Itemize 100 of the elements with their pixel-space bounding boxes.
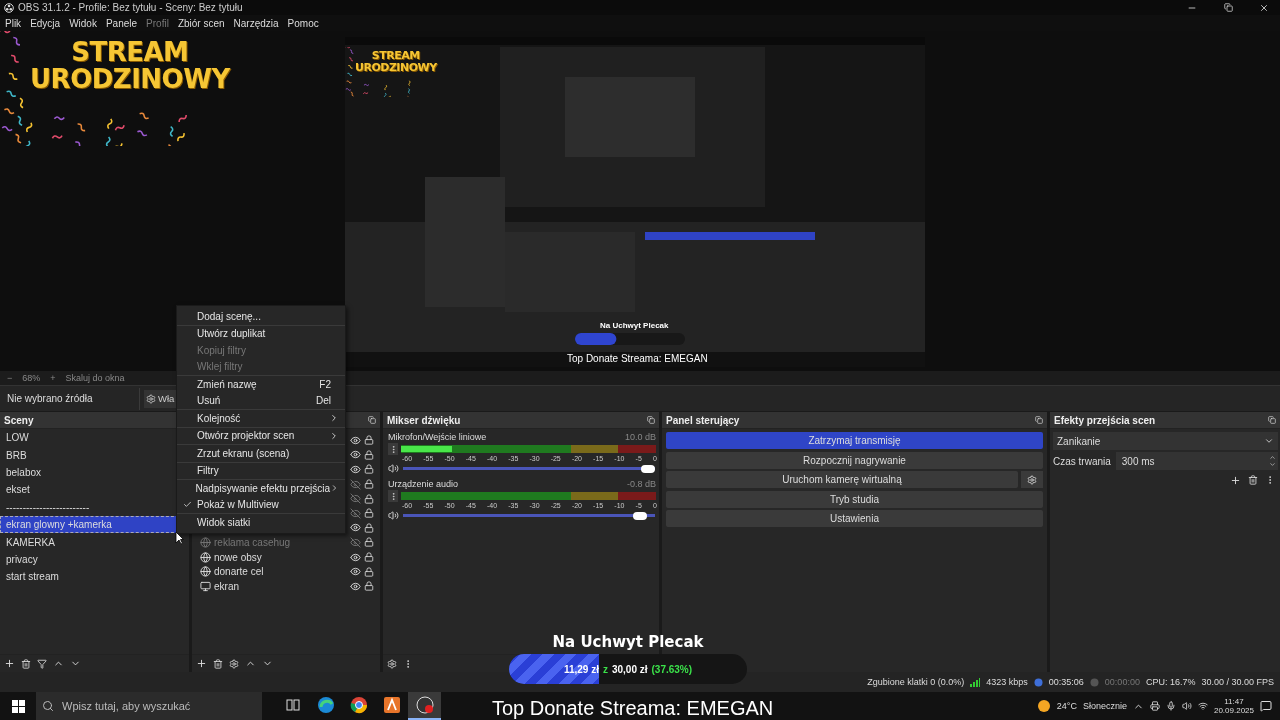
filter-icon[interactable] xyxy=(37,658,47,669)
control-button[interactable]: Uruchom kamerę wirtualną xyxy=(666,471,1018,488)
undock-icon[interactable] xyxy=(368,416,376,424)
eye-icon[interactable] xyxy=(350,464,361,475)
lock-icon[interactable] xyxy=(364,479,374,490)
source-item[interactable]: ekran xyxy=(214,580,347,592)
channel-reading: -0.8 dB xyxy=(626,479,656,489)
source-item[interactable]: nowe obsy xyxy=(214,551,347,563)
clock[interactable]: 11:47 20.09.2025 xyxy=(1213,696,1254,716)
control-button[interactable]: Rozpocznij nagrywanie xyxy=(666,451,1043,469)
settings-button[interactable] xyxy=(1021,471,1043,488)
context-menu-item[interactable]: Otwórz projektor scen xyxy=(177,427,345,444)
spin-up-icon[interactable] xyxy=(1269,454,1276,461)
restore-icon[interactable] xyxy=(1223,3,1233,12)
fit-to-window-button[interactable]: Skaluj do okna xyxy=(65,373,125,383)
source-item[interactable]: donarte cel xyxy=(214,566,347,578)
spin-down-icon[interactable] xyxy=(1269,461,1276,468)
record-time: 00:00:00 xyxy=(1104,677,1140,687)
lock-icon[interactable] xyxy=(364,537,374,548)
network-icon[interactable] xyxy=(1197,701,1208,711)
control-button[interactable]: Tryb studia xyxy=(666,490,1043,508)
menu-item[interactable]: Pomoc xyxy=(287,17,319,29)
speaker-icon[interactable] xyxy=(388,510,399,521)
settings-icon[interactable] xyxy=(387,658,397,669)
lock-icon[interactable] xyxy=(364,581,374,592)
control-button[interactable]: Zatrzymaj transmisję xyxy=(666,432,1043,449)
transition-select[interactable]: Zanikanie xyxy=(1053,432,1278,450)
add-icon[interactable] xyxy=(4,658,15,669)
goal-amount: 30,00 zł xyxy=(611,663,648,675)
speaker-icon[interactable] xyxy=(1181,701,1192,711)
monitor-icon xyxy=(200,580,211,592)
donate-text: Top Donate Streama: EMEGAN xyxy=(492,697,774,720)
eye-icon[interactable] xyxy=(350,566,361,578)
context-menu-item[interactable]: Nadpisywanie efektu przejścia xyxy=(177,480,345,497)
context-menu-item[interactable]: Dodaj scenę... xyxy=(177,308,345,325)
channel-menu-button[interactable] xyxy=(388,490,398,502)
record-app-icon[interactable] xyxy=(415,696,434,714)
volume-slider[interactable] xyxy=(403,510,655,521)
undock-icon[interactable] xyxy=(1035,416,1043,424)
add-icon[interactable] xyxy=(1230,475,1241,486)
eye-icon[interactable] xyxy=(350,434,361,446)
close-icon[interactable] xyxy=(1259,2,1269,13)
scene-item[interactable]: start stream xyxy=(0,568,189,586)
swirl-app-icon[interactable] xyxy=(316,696,335,714)
menu-item[interactable]: Narzędzia xyxy=(233,17,279,29)
lock-icon[interactable] xyxy=(364,552,374,563)
lock-icon[interactable] xyxy=(364,464,374,475)
menu-item[interactable]: Widok xyxy=(69,17,97,29)
task-view-icon[interactable] xyxy=(285,698,300,712)
undock-icon[interactable] xyxy=(647,416,655,424)
speaker-icon[interactable] xyxy=(388,463,399,474)
control-button[interactable]: Ustawienia xyxy=(666,510,1043,527)
lock-icon[interactable] xyxy=(364,493,374,504)
menu-item[interactable]: Edycja xyxy=(30,17,61,29)
context-menu-item[interactable]: Pokaż w Multiview xyxy=(177,496,345,513)
lock-icon[interactable] xyxy=(364,435,374,446)
context-menu-item[interactable]: Kolejność xyxy=(177,410,345,427)
printer-icon[interactable] xyxy=(1149,701,1160,711)
triangle-app-icon[interactable] xyxy=(382,696,401,714)
lock-icon[interactable] xyxy=(364,566,374,577)
add-icon[interactable] xyxy=(196,658,207,669)
properties-button[interactable]: Wła xyxy=(144,389,177,408)
notification-icon[interactable] xyxy=(1260,700,1272,712)
scene-item[interactable]: KAMERKA xyxy=(0,533,189,551)
taskbar-search[interactable]: Wpisz tutaj, aby wyszukać xyxy=(36,692,262,720)
eye-icon[interactable] xyxy=(350,449,361,461)
volume-slider[interactable] xyxy=(403,463,655,474)
stream-time: 00:35:06 xyxy=(1048,677,1084,687)
eye-icon[interactable] xyxy=(350,522,361,534)
context-menu-item[interactable]: Zrzut ekranu (scena) xyxy=(177,445,345,462)
context-menu-item[interactable]: Zmień nazwę F2 xyxy=(177,376,345,393)
context-menu-item[interactable]: Filtry xyxy=(177,462,345,479)
zoom-in-button[interactable]: + xyxy=(50,373,56,383)
menu-item[interactable]: Panele xyxy=(105,17,138,29)
menu-item[interactable]: Plik xyxy=(5,17,22,29)
banner-text: STREAM xyxy=(71,39,189,67)
duration-label: Czas trwania xyxy=(1053,455,1111,467)
menu-item[interactable]: Zbiór scen xyxy=(177,17,225,29)
zoom-out-button[interactable]: − xyxy=(7,373,13,383)
trash-icon[interactable] xyxy=(213,658,223,669)
eye-icon[interactable] xyxy=(350,551,361,563)
signal-icon xyxy=(970,677,981,687)
ring-app-icon[interactable] xyxy=(349,696,368,714)
lock-icon[interactable] xyxy=(364,508,374,519)
mic-icon[interactable] xyxy=(1165,701,1176,711)
lock-icon[interactable] xyxy=(364,449,374,460)
windows-start-icon[interactable] xyxy=(11,699,25,713)
eye-icon[interactable] xyxy=(350,580,361,592)
channel-menu-button[interactable] xyxy=(388,443,398,455)
scene-item[interactable]: privacy xyxy=(0,550,189,569)
duration-field[interactable]: 300 ms xyxy=(1115,452,1278,470)
trash-icon[interactable] xyxy=(1248,475,1258,485)
trash-icon[interactable] xyxy=(21,658,31,669)
banner-text: STREAM xyxy=(371,50,420,62)
stream-icon xyxy=(1033,677,1043,687)
settings-icon[interactable] xyxy=(229,658,239,669)
context-menu-item[interactable]: Usuń Del xyxy=(177,392,345,409)
context-menu-item[interactable]: Utwórz duplikat xyxy=(177,325,345,342)
lock-icon[interactable] xyxy=(364,522,374,533)
undock-icon[interactable] xyxy=(1268,416,1276,424)
